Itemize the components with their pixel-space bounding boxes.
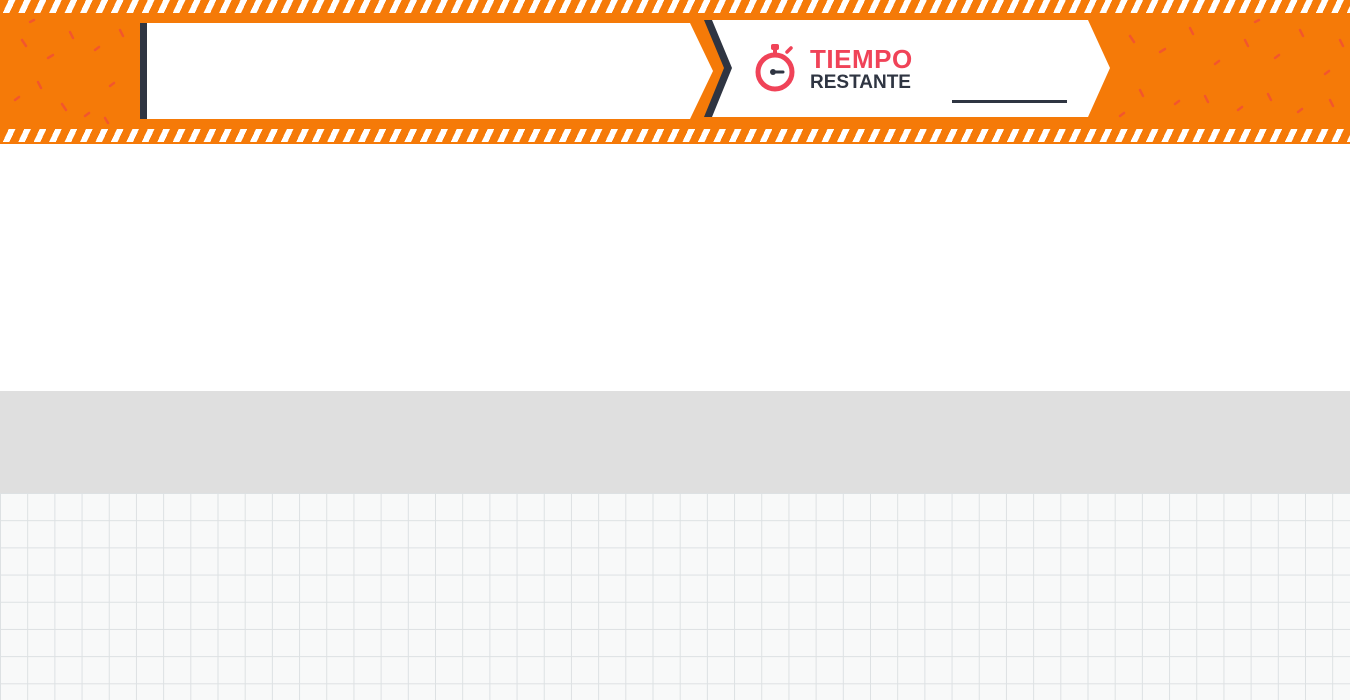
grid-paper-area	[0, 493, 1350, 700]
question-area	[0, 144, 1350, 391]
timer-label-tiempo: TIEMPO	[810, 44, 913, 74]
timer-label-restante: RESTANTE	[810, 72, 911, 93]
stopwatch-icon	[755, 44, 795, 92]
gray-divider-bar	[0, 391, 1350, 493]
header-banner: TIEMPO RESTANTE	[0, 0, 1350, 144]
title-panel	[140, 23, 713, 119]
timer-value	[952, 70, 1067, 103]
timer-label: TIEMPO RESTANTE	[810, 46, 913, 92]
